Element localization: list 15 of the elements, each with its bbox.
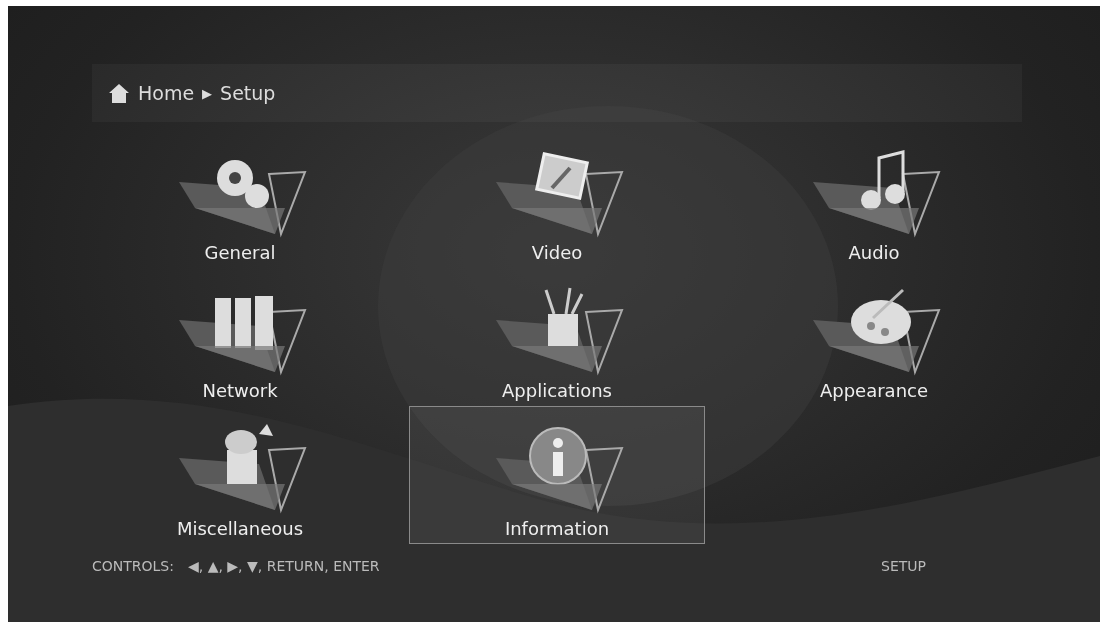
breadcrumb-current: Setup xyxy=(220,82,276,104)
menu-item[interactable]: Information xyxy=(409,406,705,544)
controls-label: CONTROLS: xyxy=(92,558,174,574)
menu-item[interactable]: General xyxy=(92,130,388,268)
breadcrumb-link[interactable]: Home xyxy=(138,82,195,104)
menu-item[interactable]: Video xyxy=(409,130,705,268)
section-name: SETUP xyxy=(881,558,926,574)
breadcrumb-separator: ▶ xyxy=(202,85,213,101)
menu-item[interactable]: Applications xyxy=(409,268,705,406)
controls-keys: ◀, ▲, ▶, ▼, RETURN, ENTER xyxy=(188,558,380,574)
menu-item[interactable]: Audio xyxy=(726,130,1022,268)
menu-item[interactable]: Network xyxy=(92,268,388,406)
menu-item[interactable]: Appearance xyxy=(726,268,1022,406)
home-icon xyxy=(108,82,130,104)
menu-item[interactable]: Miscellaneous xyxy=(92,406,388,544)
